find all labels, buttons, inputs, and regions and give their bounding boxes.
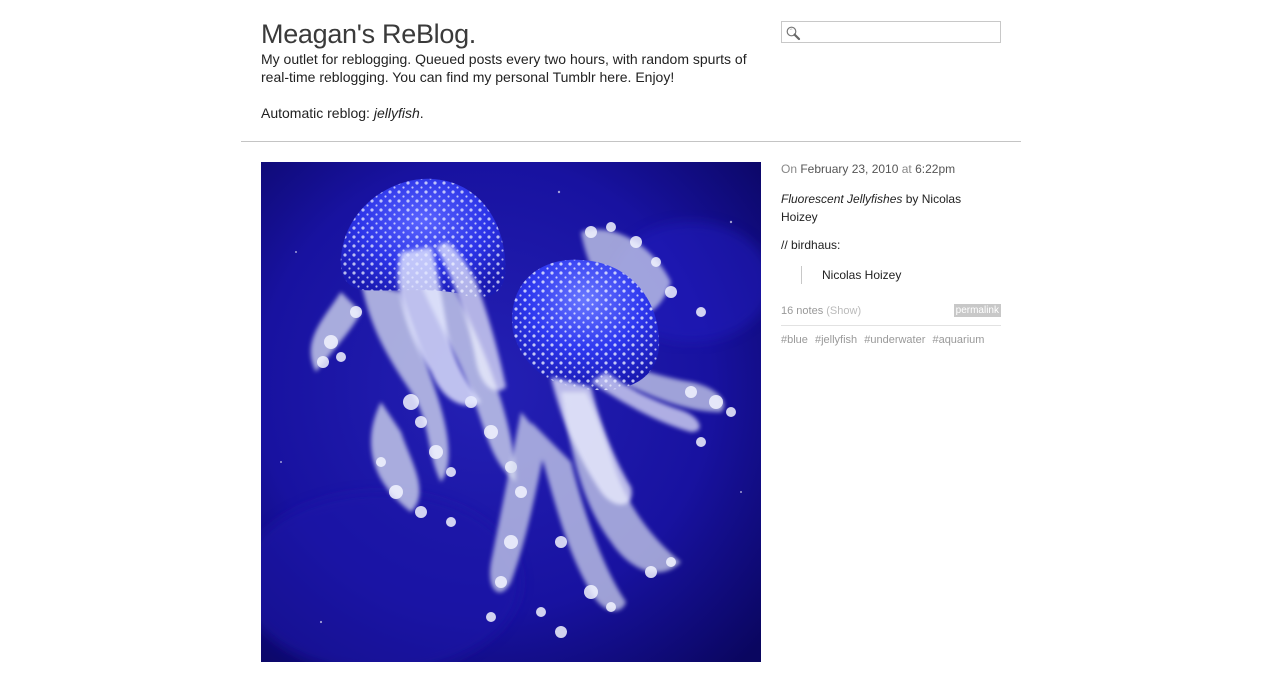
- tag-link[interactable]: #aquarium: [932, 334, 984, 346]
- notes-show-link[interactable]: (Show): [826, 305, 861, 317]
- date-prefix: On: [781, 162, 801, 176]
- via-user-link[interactable]: birdhaus:: [791, 238, 840, 252]
- post-date-line: On February 23, 2010 at 6:22pm: [781, 160, 1001, 178]
- auto-reblog-line: Automatic reblog: jellyfish.: [261, 104, 771, 122]
- jellyfish-image: [261, 162, 761, 662]
- auto-reblog-tag-link[interactable]: jellyfish: [374, 105, 420, 121]
- post-photo[interactable]: [261, 162, 761, 662]
- post-caption: Fluorescent Jellyfishes by Nicolas Hoize…: [781, 190, 1001, 226]
- caption-title: Fluorescent Jellyfishes: [781, 192, 903, 206]
- blog-title: Meagan's ReBlog.: [261, 18, 771, 50]
- search-icon: [786, 26, 801, 41]
- tag-link[interactable]: #underwater: [864, 334, 925, 346]
- post-tags: #blue #jellyfish #underwater #aquarium: [781, 332, 1001, 348]
- search-box: [781, 21, 1001, 43]
- post-meta: On February 23, 2010 at 6:22pm Fluoresce…: [781, 160, 1001, 348]
- via-prefix: //: [781, 238, 792, 252]
- blog-header: Meagan's ReBlog. My outlet for rebloggin…: [261, 18, 771, 122]
- search-input[interactable]: [802, 23, 996, 41]
- blog-page: Meagan's ReBlog. My outlet for rebloggin…: [0, 0, 1262, 677]
- auto-reblog-label: Automatic reblog:: [261, 105, 374, 121]
- permalink-button[interactable]: permalink: [953, 304, 1001, 317]
- post-date-link[interactable]: February 23, 2010: [800, 162, 898, 176]
- auto-reblog-end: .: [419, 105, 424, 121]
- reblog-source: // birdhaus:: [781, 236, 1001, 254]
- notes-row: 16 notes (Show) permalink: [781, 303, 1001, 319]
- description-end: . Enjoy!: [627, 69, 675, 85]
- personal-tumblr-link[interactable]: here: [600, 69, 628, 85]
- post-time-link[interactable]: 6:22pm: [915, 162, 955, 176]
- tag-link[interactable]: #blue: [781, 334, 808, 346]
- reblog-quote: Nicolas Hoizey: [801, 266, 1001, 284]
- blog-title-link[interactable]: Meagan's ReBlog.: [261, 19, 476, 49]
- time-prefix: at: [898, 162, 916, 176]
- notes-count: 16 notes: [781, 305, 824, 317]
- notes-divider: [781, 325, 1001, 326]
- header-divider: [241, 141, 1021, 142]
- tag-link[interactable]: #jellyfish: [815, 334, 857, 346]
- blog-description: My outlet for reblogging. Queued posts e…: [261, 50, 771, 86]
